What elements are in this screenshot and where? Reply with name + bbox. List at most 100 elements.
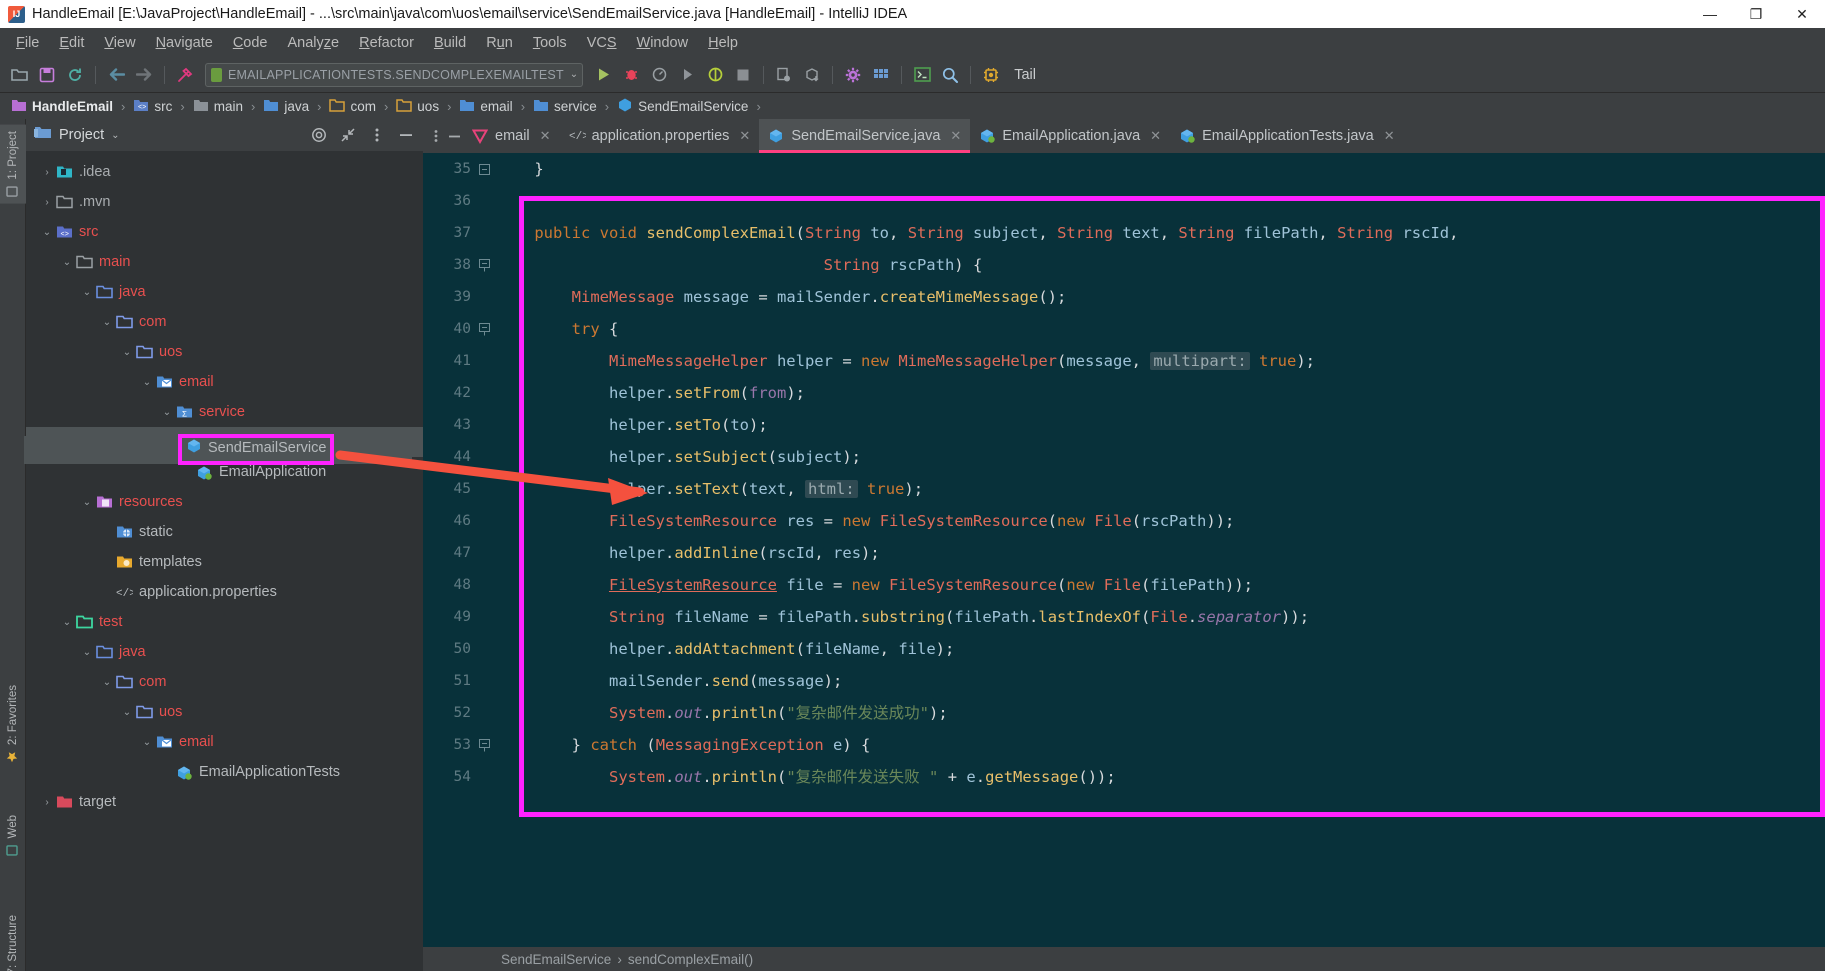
tree-node-target[interactable]: › target [26,787,423,817]
editor-gutter[interactable]: 35 36 37 38 39 40 41 42 43 44 45 46 47 48 49 50 51 52 53 54 [423,153,497,971]
menu-item-run[interactable]: Run [476,32,523,54]
code-line[interactable]: FileSystemResource file = new FileSystem… [497,569,1825,601]
tree-node-resources[interactable]: ⌄ resources [26,487,423,517]
layout-grid-icon[interactable] [868,62,894,88]
tree-node-email[interactable]: ⌄ email [26,727,423,757]
run-icon[interactable] [590,62,616,88]
chevron-down-icon[interactable]: ⌄ [80,497,94,508]
minimize-button[interactable]: — [1687,0,1733,28]
chevron-down-icon[interactable]: ⌄ [80,647,94,658]
hide-editor-icon[interactable] [445,119,463,153]
tab-list-icon[interactable] [427,119,445,153]
project-file-tree[interactable]: › .idea › .mvn ⌄ <> src ⌄ main ⌄ java ⌄ com ⌄ uos ⌄ emai… [26,151,423,971]
run-profile-icon[interactable] [674,62,700,88]
chevron-down-icon[interactable]: ⌄ [140,377,154,388]
tool-window-button-project[interactable]: 1: Project [0,125,26,204]
code-line[interactable]: MimeMessageHelper helper = new MimeMessa… [497,345,1825,377]
tree-node-templates[interactable]: templates [26,547,423,577]
code-line[interactable]: mailSender.send(message); [497,665,1825,697]
chevron-right-icon[interactable]: › [40,167,54,178]
fold-expand-icon[interactable] [478,313,491,345]
fold-collapse-icon[interactable] [478,153,491,185]
tail-button[interactable]: Tail [1006,67,1044,83]
back-arrow-icon[interactable] [103,62,129,88]
tree-node-uos[interactable]: ⌄ uos [26,697,423,727]
chevron-down-icon[interactable]: ⌄ [80,287,94,298]
chevron-down-icon[interactable]: ⌄ [120,347,134,358]
code-line[interactable]: } [497,153,1825,185]
chevron-down-icon[interactable]: ⌄ [60,617,74,628]
breadcrumb-item-com[interactable]: com [326,97,379,116]
menu-item-window[interactable]: Window [627,32,699,54]
tree-node-test[interactable]: ⌄ test [26,607,423,637]
tree-node-uos[interactable]: ⌄ uos [26,337,423,367]
close-tab-icon[interactable]: ✕ [1150,128,1161,144]
editor-tab-sendemailservice-java[interactable]: SendEmailService.java ✕ [759,119,971,153]
build-hammer-icon[interactable] [172,62,198,88]
chevron-down-icon[interactable]: ⌄ [111,130,119,141]
code-editor[interactable]: 35 36 37 38 39 40 41 42 43 44 45 46 47 48 49 50 51 52 53 54… [423,153,1825,971]
window-controls[interactable]: — ❐ ✕ [1687,0,1825,28]
code-line[interactable]: helper.setFrom(from); [497,377,1825,409]
chevron-right-icon[interactable]: › [40,797,54,808]
chevron-down-icon[interactable]: ⌄ [100,677,114,688]
ai-assistant-icon[interactable] [978,62,1004,88]
menu-item-vcs[interactable]: VCS [577,32,627,54]
tree-node-com[interactable]: ⌄ com [26,667,423,697]
menu-item-view[interactable]: View [94,32,145,54]
open-folder-icon[interactable] [6,62,32,88]
close-tab-icon[interactable]: ✕ [950,128,961,144]
tree-node-sendemailservice[interactable]: SendEmailService [26,427,423,457]
code-line[interactable]: helper.setTo(to); [497,409,1825,441]
chevron-down-icon[interactable]: ⌄ [160,407,174,418]
code-line[interactable]: String fileName = filePath.substring(fil… [497,601,1825,633]
editor-tab-emailapplication-java[interactable]: EmailApplication.java ✕ [970,119,1170,153]
breadcrumb-item-handleemail[interactable]: HandleEmail [8,97,116,116]
tree-node-emailapplicationtests[interactable]: EmailApplicationTests [26,757,423,787]
code-line[interactable] [497,185,1825,217]
breadcrumb-item-service[interactable]: service [530,97,600,116]
debug-icon[interactable] [618,62,644,88]
terminal-icon[interactable] [909,62,935,88]
code-text[interactable]: } public void sendComplexEmail(String to… [497,153,1825,971]
breadcrumb-item-sendemailservice[interactable]: SendEmailService [614,96,751,117]
menu-item-build[interactable]: Build [424,32,476,54]
forward-arrow-icon[interactable] [131,62,157,88]
chevron-down-icon[interactable]: ⌄ [570,69,578,80]
code-line[interactable]: public void sendComplexEmail(String to, … [497,217,1825,249]
chevron-right-icon[interactable]: › [40,197,54,208]
tree-node-java[interactable]: ⌄ java [26,637,423,667]
fold-expand-icon[interactable] [478,249,491,281]
options-menu-icon[interactable] [366,124,388,146]
editor-tab-email[interactable]: email ✕ [463,119,560,153]
close-tab-icon[interactable]: ✕ [540,128,551,144]
attach-debugger-icon[interactable] [771,62,797,88]
chevron-down-icon[interactable]: ⌄ [40,227,54,238]
tree-node-java[interactable]: ⌄ java [26,277,423,307]
search-everywhere-icon[interactable] [937,62,963,88]
code-line[interactable]: } catch (MessagingException e) { [497,729,1825,761]
code-line[interactable]: helper.addAttachment(fileName, file); [497,633,1825,665]
run-with-coverage-icon[interactable] [646,62,672,88]
chevron-down-icon[interactable]: ⌄ [60,257,74,268]
menu-item-help[interactable]: Help [698,32,748,54]
tree-node-emailapplication[interactable]: EmailApplication [26,457,423,487]
run-configuration-selector[interactable]: EMAILAPPLICATIONTESTS.SENDCOMPLEXEMAILTE… [205,62,584,87]
collapse-all-icon[interactable] [337,124,359,146]
menu-item-code[interactable]: Code [223,32,278,54]
breadcrumb-item-email[interactable]: email [456,97,515,116]
settings-gear-icon[interactable] [840,62,866,88]
code-line[interactable]: String rscPath) { [497,249,1825,281]
fold-expand-icon[interactable] [478,729,491,761]
chevron-down-icon[interactable]: ⌄ [100,317,114,328]
save-all-icon[interactable] [34,62,60,88]
tree-node-main[interactable]: ⌄ main [26,247,423,277]
chevron-down-icon[interactable]: ⌄ [120,707,134,718]
tool-window-button-favorites[interactable]: 2: Favorites [0,679,26,769]
menu-item-tools[interactable]: Tools [523,32,577,54]
menu-item-file[interactable]: File [6,32,49,54]
tool-window-button-web[interactable]: Web [0,809,26,862]
close-button[interactable]: ✕ [1779,0,1825,28]
breadcrumb-item-java[interactable]: java [260,97,312,116]
tree-node-service[interactable]: ⌄ Σservice [26,397,423,427]
